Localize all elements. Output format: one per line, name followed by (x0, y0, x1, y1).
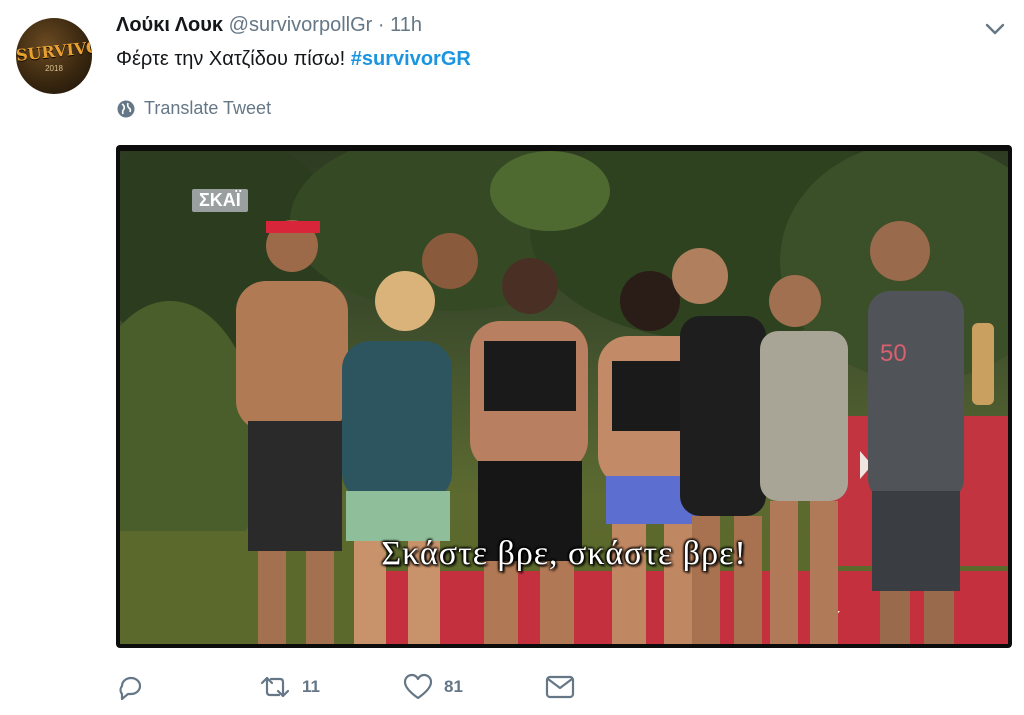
video-subtitle: Σκάστε βρε, σκάστε βρε! (381, 535, 747, 572)
message-icon (545, 675, 575, 699)
like-button[interactable]: 81 (402, 672, 463, 702)
direct-message-button[interactable] (544, 672, 576, 702)
video-frame: 50 ΣΚΑΪ Σκάστε βρε, σκάστε βρε! (116, 145, 1012, 644)
tweet-actions: 11 81 (116, 672, 616, 708)
avatar-logo-year: 2018 (45, 64, 63, 73)
author-handle[interactable]: @survivorpollGr (229, 14, 373, 36)
chevron-down-icon[interactable] (982, 16, 1008, 42)
tweet-media[interactable]: 50 ΣΚΑΪ Σκάστε βρε, σκάστε βρε! (116, 145, 1012, 648)
reply-icon (119, 676, 142, 701)
author-name[interactable]: Λούκι Λουκ (116, 14, 223, 36)
avatar[interactable]: SURVIVOR 2018 (16, 18, 92, 94)
translate-label: Translate Tweet (144, 98, 272, 118)
channel-watermark: ΣΚΑΪ (192, 189, 248, 212)
tweet-header: Λούκι Λουκ @survivorpollGr · 11h (116, 14, 422, 37)
tweet-text: Φέρτε την Χατζίδου πίσω! #survivorGR (116, 48, 471, 71)
globe-icon (117, 100, 135, 117)
retweet-icon (260, 676, 290, 698)
reply-button[interactable] (116, 672, 146, 702)
like-icon (403, 673, 433, 700)
svg-text:50: 50 (880, 340, 907, 367)
tweet-body: Φέρτε την Χατζίδου πίσω! (116, 48, 346, 70)
hashtag-link[interactable]: #survivorGR (351, 48, 471, 70)
avatar-logo-text: SURVIVOR (16, 35, 92, 65)
tweet-time[interactable]: 11h (390, 14, 422, 36)
header-separator: · (377, 14, 385, 36)
retweet-button[interactable]: 11 (258, 672, 320, 702)
translate-tweet-button[interactable]: Translate Tweet (116, 98, 271, 119)
like-count: 81 (444, 677, 463, 696)
retweet-count: 11 (302, 677, 320, 696)
